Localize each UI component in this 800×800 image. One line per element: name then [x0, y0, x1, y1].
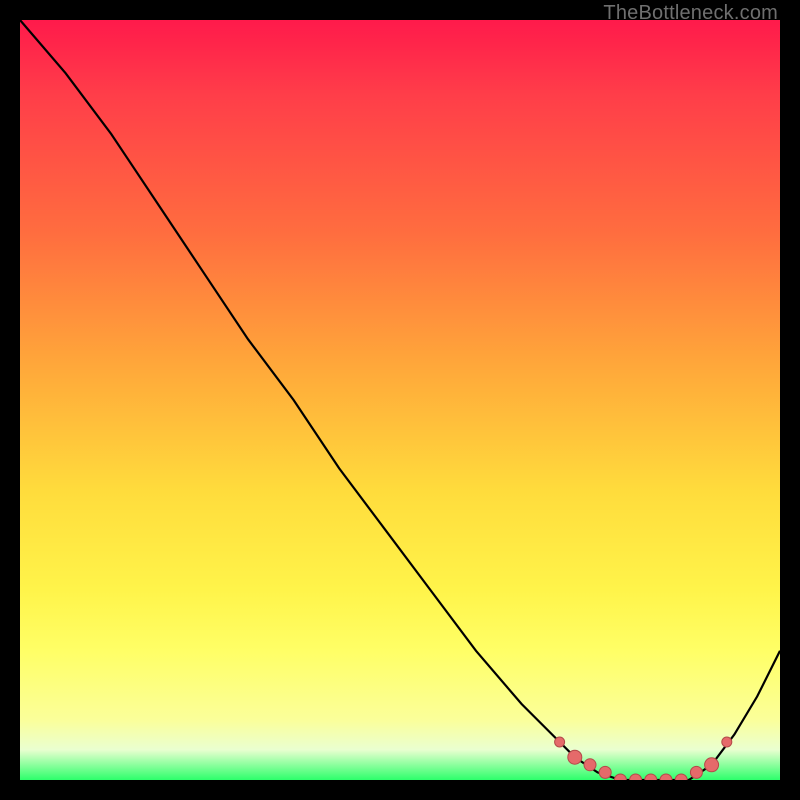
- bottleneck-marker: [614, 774, 626, 780]
- bottleneck-marker: [645, 774, 657, 780]
- bottleneck-marker: [660, 774, 672, 780]
- chart-stage: TheBottleneck.com: [0, 0, 800, 800]
- bottleneck-markers: [555, 737, 732, 780]
- bottleneck-marker: [705, 758, 719, 772]
- bottleneck-marker: [630, 774, 642, 780]
- bottleneck-marker: [555, 737, 565, 747]
- chart-svg: [20, 20, 780, 780]
- watermark-text: TheBottleneck.com: [603, 2, 778, 25]
- bottleneck-marker: [675, 774, 687, 780]
- bottleneck-marker: [568, 750, 582, 764]
- bottleneck-marker: [722, 737, 732, 747]
- chart-plot-area: [20, 20, 780, 780]
- bottleneck-marker: [599, 766, 611, 778]
- bottleneck-marker: [690, 766, 702, 778]
- bottleneck-marker: [584, 759, 596, 771]
- bottleneck-curve: [20, 20, 780, 780]
